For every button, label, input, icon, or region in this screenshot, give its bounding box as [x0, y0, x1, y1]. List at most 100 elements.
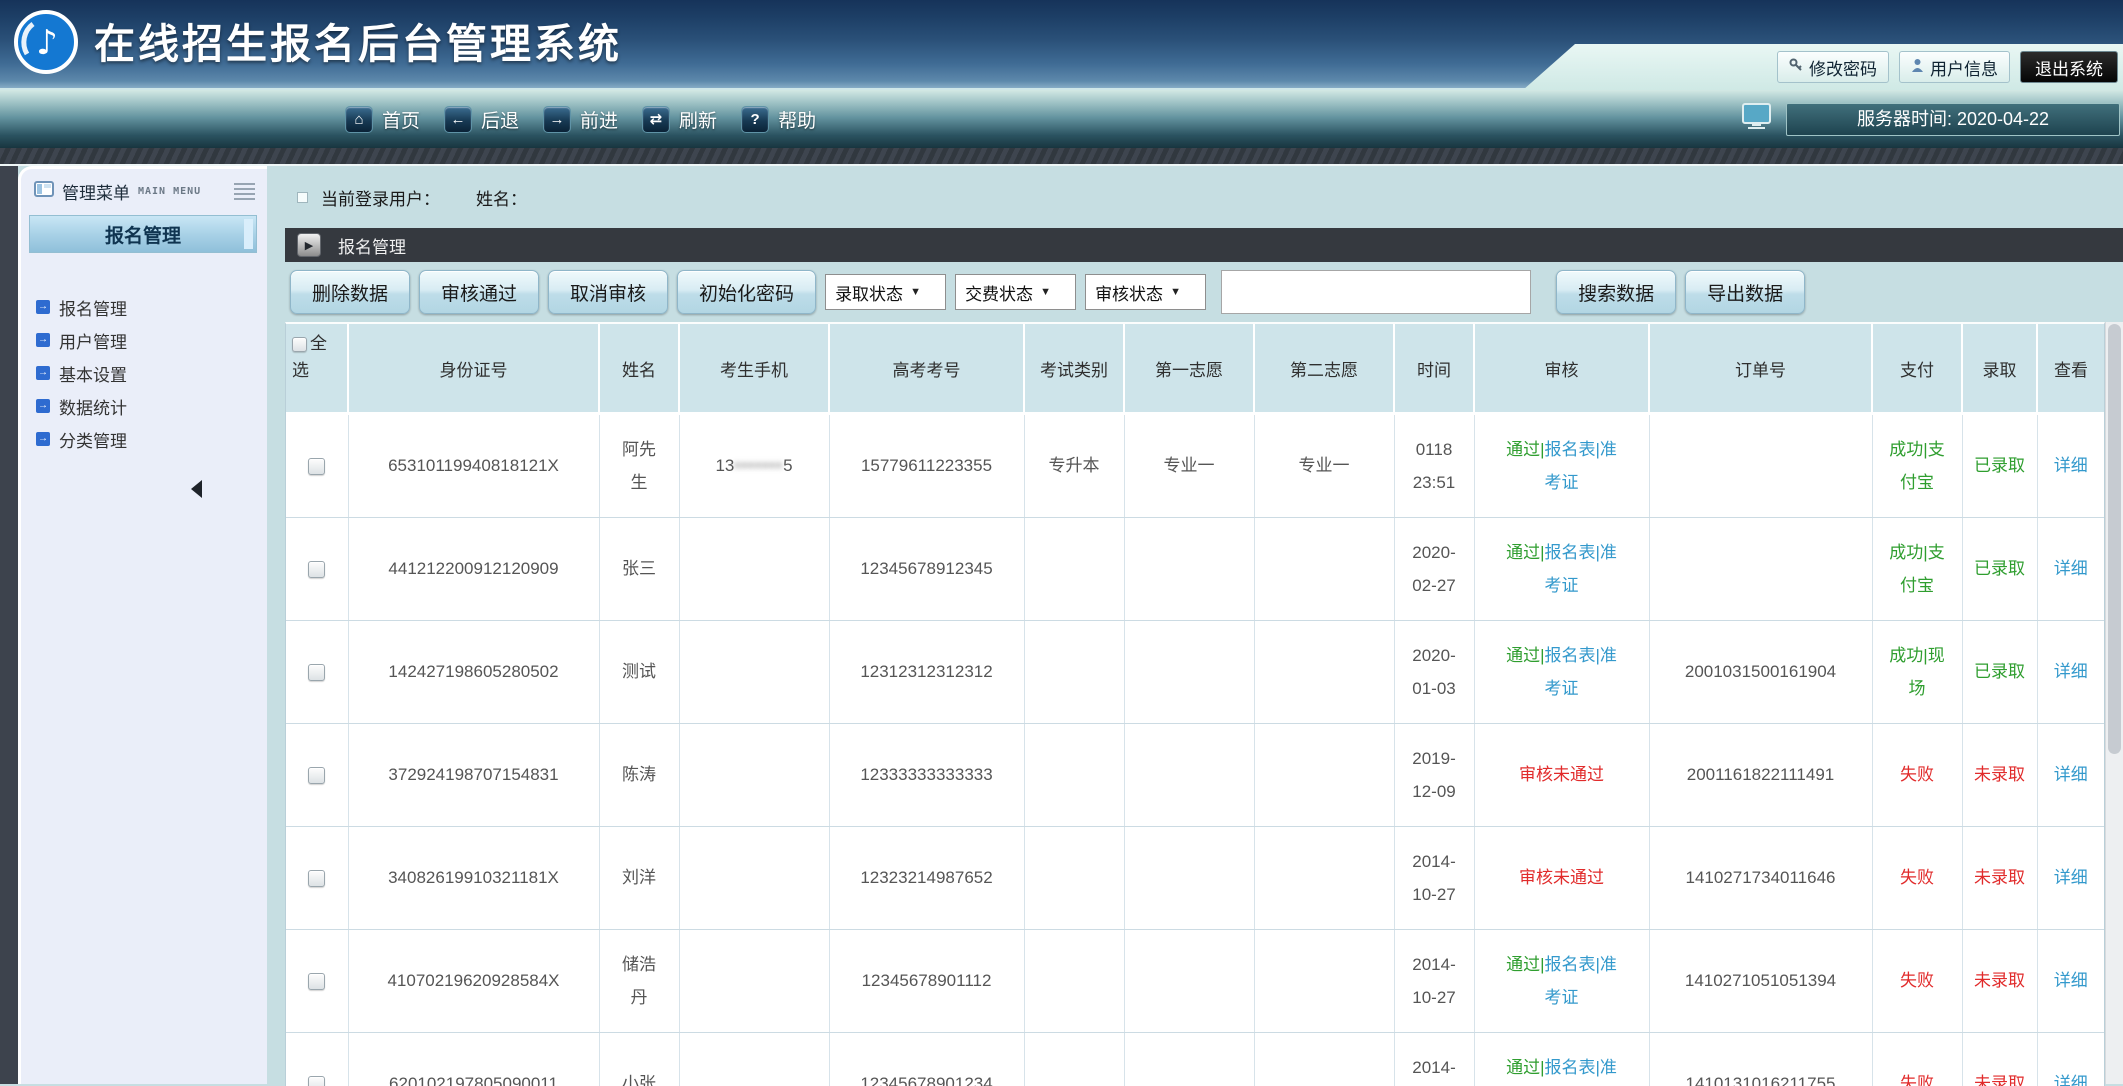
row-checkbox[interactable] [308, 870, 326, 888]
cell-audit: 通过|报名表|准考证 [1474, 517, 1650, 621]
change-password-label: 修改密码 [1809, 59, 1877, 79]
select-all-checkbox[interactable] [292, 337, 307, 353]
search-data-button[interactable]: 搜索数据 [1556, 270, 1677, 314]
section-bar: ▶ 报名管理 [285, 228, 2123, 262]
cell-first-choice [1124, 620, 1255, 724]
row-checkbox[interactable] [308, 458, 326, 476]
detail-link[interactable]: 详细 [2054, 971, 2088, 990]
payment-status: 成功|现场 [1889, 645, 1945, 698]
section-title: 报名管理 [338, 237, 406, 257]
column-header-0: 全选 [286, 324, 349, 415]
registration-form-link[interactable]: 报名表 [1545, 543, 1596, 562]
cell-payment: 成功|现场 [1872, 620, 1963, 724]
cell-exam-type: 专升本 [1024, 413, 1125, 518]
cell-name: 陈涛 [599, 723, 680, 827]
detail-link[interactable]: 详细 [2054, 765, 2088, 784]
cell-admission: 未录取 [1962, 1032, 2038, 1086]
cell-time: 2020-01-03 [1394, 620, 1475, 724]
cell-order-number: 2001031500161904 [1649, 620, 1873, 724]
question-icon: ? [741, 105, 770, 133]
logout-button[interactable]: 退出系统 [2020, 51, 2118, 83]
nav-item-label: 帮助 [778, 110, 817, 132]
cell-view: 详细 [2037, 826, 2104, 930]
cell-second-choice [1254, 826, 1395, 930]
cell-first-choice [1124, 929, 1255, 1033]
sidebar-item-1[interactable]: → 用户管理 [36, 332, 267, 352]
cell-exam-type [1024, 723, 1125, 827]
hamburger-icon[interactable] [232, 181, 257, 202]
payment-status-filter[interactable]: 交费状态 ▼ [955, 274, 1077, 310]
app-header: ♪ 在线招生报名后台管理系统 修改密码 用户信息 退出系统 [0, 0, 2123, 90]
nav-item-label: 首页 [382, 110, 421, 132]
cell-exam-type [1024, 929, 1125, 1033]
cell-time: 0118 23:51 [1394, 413, 1475, 518]
cell-view: 详细 [2037, 1032, 2104, 1086]
nav-item-help[interactable]: ? 帮助 [741, 105, 817, 133]
sidebar-item-3[interactable]: → 数据统计 [36, 398, 267, 418]
table-row: 620102197805090011小张 12345678901234 2014-1… [286, 1032, 2104, 1086]
approve-button[interactable]: 审核通过 [419, 270, 540, 314]
audit-status: 通过 [1506, 954, 1541, 974]
nav-item-home[interactable]: ⌂ 首页 [345, 105, 421, 133]
registration-form-link[interactable]: 报名表 [1545, 955, 1596, 974]
sidebar-item-0[interactable]: → 报名管理 [36, 299, 267, 319]
cancel-approve-button[interactable]: 取消审核 [548, 270, 669, 314]
cell-phone [679, 929, 830, 1033]
cell-select [286, 929, 349, 1033]
init-password-button[interactable]: 初始化密码 [677, 270, 817, 314]
cell-select [286, 826, 349, 930]
registration-form-link[interactable]: 报名表 [1545, 440, 1596, 459]
admission-status: 已录取 [1974, 456, 2025, 476]
user-info-button[interactable]: 用户信息 [1899, 51, 2010, 83]
arrow-right-icon: → [36, 432, 50, 446]
cell-phone [679, 826, 830, 930]
audit-status: 审核未通过 [1519, 765, 1604, 785]
column-header-2: 姓名 [599, 324, 680, 415]
registration-form-link[interactable]: 报名表 [1545, 1058, 1596, 1077]
cell-view: 详细 [2037, 620, 2104, 724]
nav-item-back[interactable]: ← 后退 [444, 105, 519, 133]
row-checkbox[interactable] [308, 1076, 326, 1086]
cell-view: 详细 [2037, 929, 2104, 1033]
registration-form-link[interactable]: 报名表 [1545, 646, 1596, 665]
search-input[interactable] [1221, 270, 1532, 314]
admission-status-filter[interactable]: 录取状态 ▼ [825, 274, 947, 310]
cell-order-number [1649, 517, 1873, 621]
nav-item-refresh[interactable]: ⇄ 刷新 [642, 105, 717, 133]
user-icon [1911, 57, 1924, 77]
cell-second-choice [1254, 1032, 1395, 1086]
delete-data-button[interactable]: 删除数据 [290, 270, 411, 314]
sidebar-section-label: 报名管理 [104, 225, 181, 247]
audit-status: 审核未通过 [1519, 868, 1604, 888]
row-checkbox[interactable] [308, 664, 326, 682]
scrollbar-thumb[interactable] [2108, 324, 2121, 754]
payment-status: 失败 [1900, 765, 1934, 785]
row-checkbox[interactable] [308, 767, 326, 785]
export-data-button[interactable]: 导出数据 [1685, 270, 1806, 314]
sidebar-section-header[interactable]: 报名管理 [29, 215, 257, 253]
logout-label: 退出系统 [2035, 59, 2103, 79]
cell-phone [679, 1032, 830, 1086]
row-checkbox[interactable] [308, 561, 326, 579]
window-icon [34, 180, 54, 202]
audit-status-filter[interactable]: 审核状态 ▼ [1085, 274, 1207, 310]
sidebar-item-2[interactable]: → 基本设置 [36, 365, 267, 385]
row-checkbox[interactable] [308, 973, 326, 991]
table-scrollbar[interactable] [2105, 322, 2123, 1084]
change-password-button[interactable]: 修改密码 [1777, 51, 1889, 83]
cell-admission: 未录取 [1962, 929, 2038, 1033]
detail-link[interactable]: 详细 [2054, 456, 2088, 475]
detail-link[interactable]: 详细 [2054, 868, 2088, 887]
detail-link[interactable]: 详细 [2054, 662, 2088, 681]
cell-audit: 通过|报名表|准考证 [1474, 929, 1650, 1033]
filter-label: 录取状态 [835, 284, 904, 304]
sidebar-item-4[interactable]: → 分类管理 [36, 431, 267, 451]
detail-link[interactable]: 详细 [2054, 1074, 2088, 1086]
sidebar-item-label: 基本设置 [59, 365, 127, 385]
sidebar-collapse-arrow[interactable] [191, 480, 202, 498]
cell-exam-type [1024, 517, 1125, 621]
detail-link[interactable]: 详细 [2054, 559, 2088, 578]
arrow-right-icon: → [36, 399, 50, 413]
column-header-7: 第二志愿 [1254, 324, 1395, 415]
nav-item-forward[interactable]: → 前进 [543, 105, 618, 133]
